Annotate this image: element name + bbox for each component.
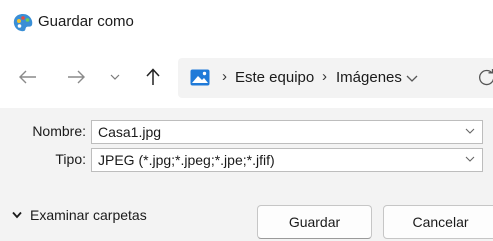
file-name-label: Nombre: [32, 123, 86, 139]
breadcrumb-separator: › [322, 68, 327, 85]
dialog-footer: Examinar carpetas Guardar Cancelar [0, 188, 493, 241]
chevron-down-icon[interactable] [405, 71, 419, 85]
back-button[interactable] [16, 65, 40, 89]
file-type-select[interactable]: JPEG (*.jpg;*.jpeg;*.jpe;*.jfif) [91, 148, 483, 172]
file-options-panel: Nombre: Casa1.jpg Tipo: JPEG (*.jpg;*.jp… [0, 108, 493, 188]
window-title: Guardar como [38, 13, 134, 30]
paint-palette-icon [13, 14, 33, 32]
browse-folders-toggle[interactable]: Examinar carpetas [12, 207, 147, 223]
chevron-down-icon [465, 156, 475, 162]
chevron-down-icon [12, 211, 22, 219]
up-button[interactable] [142, 65, 164, 89]
arrow-left-icon [19, 70, 36, 84]
file-type-label: Tipo: [55, 151, 86, 167]
file-name-value: Casa1.jpg [98, 124, 162, 140]
refresh-icon[interactable] [478, 69, 493, 87]
chevron-down-icon [110, 74, 120, 80]
breadcrumb-separator: › [222, 68, 227, 85]
chevron-down-icon[interactable] [465, 127, 475, 135]
address-bar[interactable]: › Este equipo › Imágenes [178, 58, 493, 98]
pictures-folder-icon [190, 69, 210, 86]
browse-folders-label: Examinar carpetas [30, 207, 147, 223]
file-name-field[interactable]: Casa1.jpg [91, 120, 483, 144]
arrow-right-icon [68, 70, 85, 84]
recent-locations-button[interactable] [106, 65, 124, 89]
breadcrumb-item-this-pc[interactable]: Este equipo [235, 69, 314, 86]
save-button[interactable]: Guardar [257, 205, 372, 239]
file-type-value: JPEG (*.jpg;*.jpeg;*.jpe;*.jfif) [98, 152, 275, 168]
forward-button[interactable] [64, 65, 88, 89]
arrow-up-icon [146, 68, 160, 85]
cancel-button[interactable]: Cancelar [383, 205, 493, 239]
title-bar: Guardar como [0, 0, 493, 46]
breadcrumb-item-pictures[interactable]: Imágenes [336, 69, 402, 86]
navigation-bar: › Este equipo › Imágenes [0, 46, 493, 108]
